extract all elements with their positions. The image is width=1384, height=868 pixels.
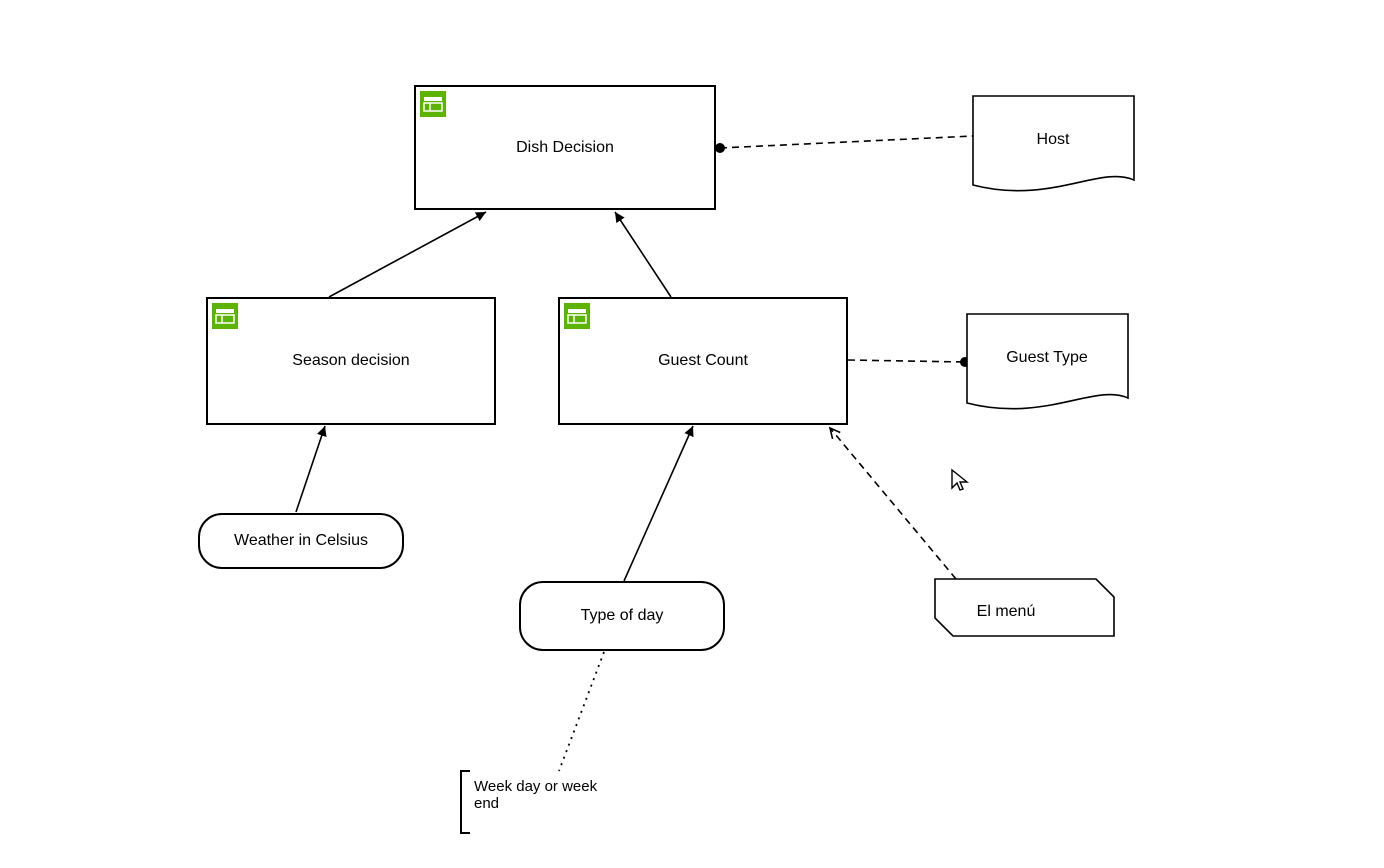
node-type-of-day[interactable]: Type of day [519, 581, 725, 651]
edge-guestcount-to-dish [615, 212, 671, 297]
elmenu-label: El menú [977, 603, 1036, 620]
node-elmenu-shape[interactable] [935, 579, 1114, 636]
edge-elmenu-to-guestcount [830, 428, 956, 579]
table-icon [212, 303, 238, 329]
edge-typeofday-to-guestcount [624, 426, 693, 581]
edge-typeofday-annotation [559, 652, 604, 771]
node-host-shape[interactable] [973, 96, 1134, 191]
table-icon [564, 303, 590, 329]
weather-label: Weather in Celsius [234, 532, 368, 550]
node-weather[interactable]: Weather in Celsius [198, 513, 404, 569]
type-of-day-label: Type of day [581, 607, 664, 625]
cursor-icon [950, 468, 970, 497]
guest-count-label: Guest Count [658, 352, 748, 370]
node-season-decision[interactable]: Season decision [206, 297, 496, 425]
node-guest-count[interactable]: Guest Count [558, 297, 848, 425]
edge-guestcount-to-guesttype [848, 357, 970, 367]
edge-weather-to-season [296, 426, 325, 512]
annotation-type-of-day: Week day or week end [474, 778, 654, 812]
node-dish-decision[interactable]: Dish Decision [414, 85, 716, 210]
dish-decision-label: Dish Decision [516, 139, 614, 157]
annotation-bracket [460, 770, 470, 834]
annotation-line1: Week day or week [474, 778, 654, 795]
season-decision-label: Season decision [292, 352, 409, 370]
edge-dish-to-host [715, 136, 973, 153]
table-icon [420, 91, 446, 117]
diagram-canvas: Host Guest Type El menú Dish Decision Se… [0, 0, 1384, 868]
guesttype-label: Guest Type [1006, 349, 1088, 366]
node-guesttype-shape[interactable] [967, 314, 1128, 409]
annotation-line2: end [474, 795, 654, 812]
edge-season-to-dish [329, 212, 486, 297]
host-label: Host [1037, 131, 1070, 148]
